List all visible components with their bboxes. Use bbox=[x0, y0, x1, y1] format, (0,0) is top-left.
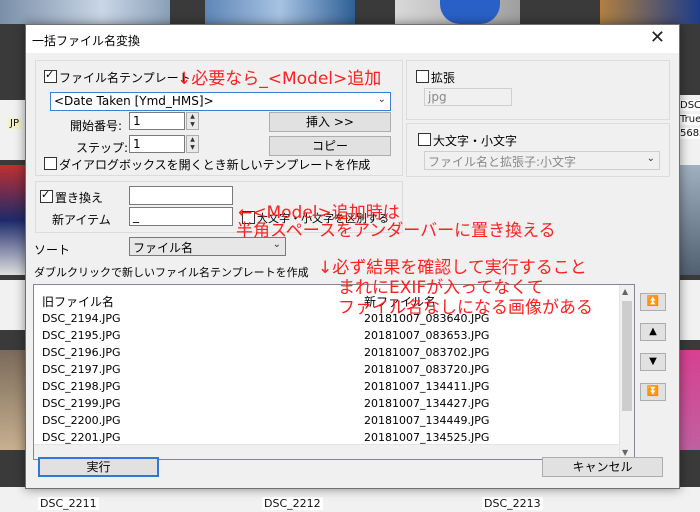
template-checkbox[interactable] bbox=[44, 68, 57, 83]
step-label: ステップ: bbox=[76, 141, 129, 155]
new-item-label: 新アイテム bbox=[52, 213, 111, 227]
copy-button[interactable]: コピー bbox=[269, 136, 391, 156]
bg-side-label: JP bbox=[8, 118, 21, 129]
bg-thumb-left-1 bbox=[0, 165, 25, 275]
annotation-underscore-note: 半角スペースをアンダーバーに置き換える bbox=[236, 221, 556, 241]
bg-thumb-4 bbox=[440, 0, 500, 24]
spin-down-icon[interactable]: ▼ bbox=[187, 144, 198, 152]
case-checkbox-label: 大文字・小文字 bbox=[433, 134, 518, 148]
template-value: <Date Taken [Ymd_HMS]> bbox=[54, 94, 214, 108]
sort-select-value: ファイル名 bbox=[133, 241, 194, 255]
move-top-button[interactable]: ⏫ bbox=[640, 293, 666, 311]
extension-checkbox[interactable] bbox=[416, 70, 429, 83]
spin-down-icon[interactable]: ▼ bbox=[187, 121, 198, 129]
bg-thumb-right-1 bbox=[678, 165, 700, 275]
start-number-label: 開始番号: bbox=[70, 119, 123, 133]
titlebar: 一括ファイル名変換 ✕ bbox=[26, 25, 679, 53]
table-row[interactable]: DSC_2197.JPG 20181007_083720.JPG bbox=[34, 362, 619, 379]
bg-file-label: DSC_2211 bbox=[38, 497, 99, 510]
extension-value: jpg bbox=[428, 90, 447, 104]
case-select-value: ファイル名と拡張子:小文字 bbox=[428, 155, 577, 169]
old-filename-cell: DSC_2201.JPG bbox=[42, 431, 121, 444]
old-filename-cell: DSC_2200.JPG bbox=[42, 414, 121, 427]
bg-file-label: DSC_2213 bbox=[482, 497, 543, 510]
old-filename-cell: DSC_2194.JPG bbox=[42, 312, 121, 325]
bg-side-label: TrueCo bbox=[678, 114, 700, 125]
template-combobox[interactable]: <Date Taken [Ymd_HMS]> ⌄ bbox=[50, 92, 391, 111]
vertical-scrollbar[interactable]: ▲ ▼ bbox=[619, 285, 634, 459]
new-item-value: _ bbox=[133, 209, 139, 223]
new-filename-cell: 20181007_134525.JPG bbox=[364, 431, 490, 444]
move-up-button[interactable]: ▲ bbox=[640, 323, 666, 341]
bg-band-left bbox=[0, 100, 25, 160]
move-down-button[interactable]: ▼ bbox=[640, 353, 666, 371]
dialog-title: 一括ファイル名変換 bbox=[32, 34, 141, 48]
extension-input[interactable]: jpg bbox=[424, 88, 512, 106]
step-value: 1 bbox=[133, 137, 141, 151]
start-number-input[interactable]: 1 bbox=[129, 112, 185, 130]
new-template-checkbox[interactable] bbox=[44, 157, 57, 170]
table-row[interactable]: DSC_2198.JPG 20181007_134411.JPG bbox=[34, 379, 619, 396]
table-row[interactable]: DSC_2199.JPG 20181007_134427.JPG bbox=[34, 396, 619, 413]
run-button[interactable]: 実行 bbox=[38, 457, 159, 477]
old-filename-cell: DSC_2195.JPG bbox=[42, 329, 121, 342]
bg-thumb-2 bbox=[205, 0, 355, 24]
sort-label: ソート bbox=[34, 243, 71, 257]
old-filename-cell: DSC_2199.JPG bbox=[42, 397, 121, 410]
bg-band-left-2 bbox=[0, 280, 25, 330]
new-filename-cell: 20181007_134411.JPG bbox=[364, 380, 490, 393]
new-filename-cell: 20181007_083653.JPG bbox=[364, 329, 490, 342]
close-icon[interactable]: ✕ bbox=[650, 29, 665, 47]
start-number-value: 1 bbox=[133, 114, 141, 128]
table-row[interactable]: DSC_2200.JPG 20181007_134449.JPG bbox=[34, 413, 619, 430]
chevron-down-icon[interactable]: ⌄ bbox=[378, 94, 386, 105]
step-input[interactable]: 1 bbox=[129, 135, 185, 153]
bg-thumb-right-2 bbox=[678, 350, 700, 450]
bg-side-label: 568x37 bbox=[678, 128, 700, 139]
scroll-down-icon[interactable]: ▼ bbox=[622, 448, 628, 457]
move-bottom-button[interactable]: ⏬ bbox=[640, 383, 666, 401]
start-number-spinner[interactable]: ▲ ▼ bbox=[186, 112, 199, 130]
step-spinner[interactable]: ▲ ▼ bbox=[186, 135, 199, 153]
old-filename-cell: DSC_2196.JPG bbox=[42, 346, 121, 359]
case-select[interactable]: ファイル名と拡張子:小文字 ⌄ bbox=[424, 151, 660, 170]
bg-thumb-1 bbox=[0, 0, 170, 24]
new-filename-cell: 20181007_083720.JPG bbox=[364, 363, 490, 376]
case-checkbox[interactable] bbox=[418, 133, 431, 146]
table-row[interactable]: DSC_2196.JPG 20181007_083702.JPG bbox=[34, 345, 619, 362]
bg-thumb-5 bbox=[600, 0, 700, 24]
new-template-label: ダイアログボックスを開くとき新しいテンプレートを作成 bbox=[59, 158, 371, 172]
bg-band-right-2 bbox=[678, 280, 700, 340]
annotation-add-model: ↓必要なら_<Model>追加 bbox=[177, 69, 382, 89]
new-filename-cell: 20181007_134427.JPG bbox=[364, 397, 490, 410]
spin-up-icon[interactable]: ▲ bbox=[187, 136, 198, 144]
new-filename-cell: 20181007_083702.JPG bbox=[364, 346, 490, 359]
replace-checkbox-label: 置き換え bbox=[55, 191, 104, 205]
scroll-up-icon[interactable]: ▲ bbox=[622, 287, 628, 296]
insert-button[interactable]: 挿入 >> bbox=[269, 112, 391, 132]
list-hint: ダブルクリックで新しいファイル名テンプレートを作成 bbox=[34, 266, 309, 279]
bg-file-label: DSC_2212 bbox=[262, 497, 323, 510]
new-filename-cell: 20181007_134449.JPG bbox=[364, 414, 490, 427]
spin-up-icon[interactable]: ▲ bbox=[187, 113, 198, 121]
extension-checkbox-label: 拡張 bbox=[431, 71, 456, 85]
bg-thumb-left-2 bbox=[0, 350, 25, 450]
old-filename-cell: DSC_2198.JPG bbox=[42, 380, 121, 393]
template-checkbox-label: ファイル名テンプレート bbox=[59, 71, 191, 85]
replace-find-input[interactable] bbox=[129, 186, 233, 205]
new-item-input[interactable]: _ bbox=[129, 207, 233, 226]
bg-bottom-strip bbox=[0, 487, 700, 512]
table-row[interactable]: DSC_2195.JPG 20181007_083653.JPG bbox=[34, 328, 619, 345]
old-filename-cell: DSC_2197.JPG bbox=[42, 363, 121, 376]
bg-side-label: DSC_2 bbox=[678, 100, 700, 111]
annotation-noname-note: ファイル名なしになる画像がある bbox=[338, 298, 593, 318]
column-header-old[interactable]: 旧ファイル名 bbox=[42, 293, 114, 310]
scroll-thumb[interactable] bbox=[622, 301, 632, 411]
cancel-button[interactable]: キャンセル bbox=[542, 457, 663, 477]
chevron-down-icon[interactable]: ⌄ bbox=[647, 153, 655, 164]
replace-checkbox[interactable] bbox=[40, 188, 53, 203]
